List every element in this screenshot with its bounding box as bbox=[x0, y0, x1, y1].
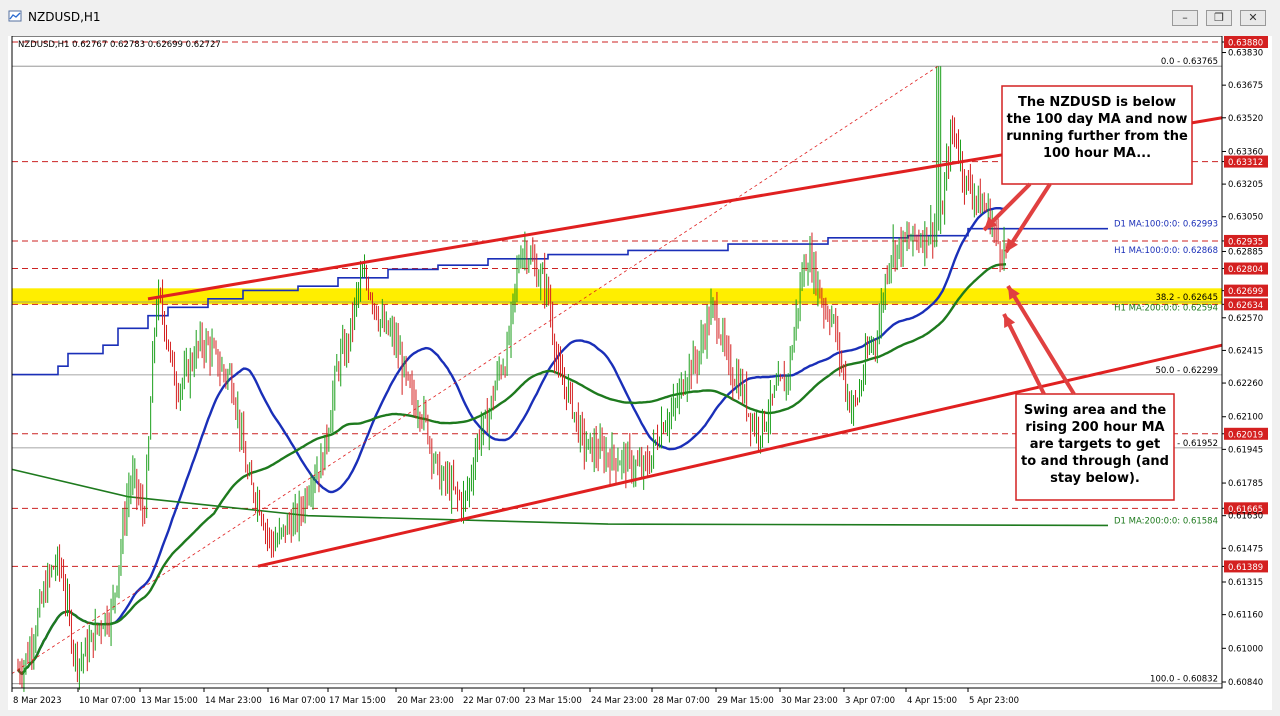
x-tick-label: 5 Apr 23:00 bbox=[969, 696, 1019, 706]
y-tick-label: 0.62935 bbox=[1228, 237, 1263, 247]
y-tick-label: 0.61945 bbox=[1228, 445, 1263, 455]
annotation-swing-line: Swing area and the bbox=[1024, 403, 1167, 418]
symbol-header: NZDUSD,H1 0.62767 0.62783 0.62699 0.6272… bbox=[18, 40, 221, 50]
y-tick-label: 0.63830 bbox=[1228, 49, 1263, 59]
x-tick-label: 3 Apr 07:00 bbox=[845, 696, 895, 706]
y-tick-label: 0.61630 bbox=[1228, 512, 1263, 522]
annotation-ma-line: running further from the bbox=[1006, 129, 1188, 144]
y-tick-label: 0.63520 bbox=[1228, 114, 1263, 124]
y-tick-label: 0.63312 bbox=[1228, 158, 1263, 168]
d1-ma200-label: D1 MA:200:0:0: 0.61584 bbox=[1114, 516, 1218, 526]
h1-ma200-label: H1 MA:200:0:0: 0.62594 bbox=[1114, 304, 1218, 314]
y-tick-label: 0.62634 bbox=[1228, 301, 1263, 311]
window-title: NZDUSD,H1 bbox=[28, 10, 101, 24]
x-tick-label: 22 Mar 07:00 bbox=[463, 696, 520, 706]
y-tick-label: 0.62699 bbox=[1228, 287, 1263, 297]
y-tick-label: 0.62415 bbox=[1228, 346, 1263, 356]
x-tick-label: 14 Mar 23:00 bbox=[205, 696, 262, 706]
y-tick-label: 0.61389 bbox=[1228, 563, 1263, 573]
fib-level-label: 0.0 - 0.63765 bbox=[1161, 57, 1218, 67]
title-bar: NZDUSD,H1 – ❐ ✕ bbox=[0, 0, 1280, 36]
chart-window-icon bbox=[8, 10, 22, 22]
x-tick-label: 28 Mar 07:00 bbox=[653, 696, 710, 706]
minimize-icon[interactable]: – bbox=[1172, 10, 1198, 26]
y-tick-label: 0.61000 bbox=[1228, 644, 1263, 654]
annotation-swing-line: rising 200 hour MA bbox=[1025, 420, 1164, 435]
annotation-ma-line: 100 hour MA... bbox=[1043, 146, 1151, 161]
h1-ma100-label: H1 MA:100:0:0: 0.62868 bbox=[1114, 246, 1218, 256]
annotation-ma-line: The NZDUSD is below bbox=[1018, 95, 1176, 110]
y-tick-label: 0.61315 bbox=[1228, 578, 1263, 588]
x-tick-label: 8 Mar 2023 bbox=[13, 696, 61, 706]
y-tick-label: 0.63205 bbox=[1228, 180, 1263, 190]
fib-level-label: 100.0 - 0.60832 bbox=[1150, 675, 1218, 685]
y-tick-label: 0.63050 bbox=[1228, 213, 1263, 223]
x-tick-label: 20 Mar 23:00 bbox=[397, 696, 454, 706]
fib-level-label: 50.0 - 0.62299 bbox=[1155, 366, 1218, 376]
annotation-swing-line: to and through (and bbox=[1021, 454, 1169, 469]
y-tick-label: 0.62570 bbox=[1228, 314, 1263, 324]
y-tick-label: 0.62100 bbox=[1228, 413, 1263, 423]
y-tick-label: 0.61475 bbox=[1228, 544, 1263, 554]
fib-level-label: 38.2 - 0.62645 bbox=[1155, 293, 1218, 303]
x-tick-label: 10 Mar 07:00 bbox=[79, 696, 136, 706]
y-tick-label: 0.63880 bbox=[1228, 39, 1263, 49]
annotation-swing-line: stay below). bbox=[1050, 471, 1140, 486]
y-tick-label: 0.61785 bbox=[1228, 479, 1263, 489]
x-tick-label: 29 Mar 15:00 bbox=[717, 696, 774, 706]
y-tick-label: 0.60840 bbox=[1228, 678, 1263, 688]
close-icon[interactable]: ✕ bbox=[1240, 10, 1266, 26]
x-tick-label: 24 Mar 23:00 bbox=[591, 696, 648, 706]
y-tick-label: 0.62885 bbox=[1228, 247, 1263, 257]
x-tick-label: 13 Mar 15:00 bbox=[141, 696, 198, 706]
y-tick-label: 0.62804 bbox=[1228, 265, 1263, 275]
x-tick-label: 16 Mar 07:00 bbox=[269, 696, 326, 706]
annotation-swing-line: are targets to get bbox=[1030, 437, 1161, 452]
x-tick-label: 23 Mar 15:00 bbox=[525, 696, 582, 706]
x-tick-label: 17 Mar 15:00 bbox=[329, 696, 386, 706]
restore-icon[interactable]: ❐ bbox=[1206, 10, 1232, 26]
y-tick-label: 0.62260 bbox=[1228, 379, 1263, 389]
annotation-ma-line: the 100 day MA and now bbox=[1007, 112, 1188, 127]
price-chart[interactable]: 0.0 - 0.63765 38.2 - 0.62645 50.0 - 0.6229… bbox=[8, 36, 1272, 710]
y-tick-label: 0.61160 bbox=[1228, 611, 1263, 621]
x-tick-label: 4 Apr 15:00 bbox=[907, 696, 957, 706]
d1-ma100-label: D1 MA:100:0:0: 0.62993 bbox=[1114, 220, 1218, 230]
x-tick-label: 30 Mar 23:00 bbox=[781, 696, 838, 706]
y-tick-label: 0.62019 bbox=[1228, 430, 1263, 440]
y-tick-label: 0.63675 bbox=[1228, 81, 1263, 91]
